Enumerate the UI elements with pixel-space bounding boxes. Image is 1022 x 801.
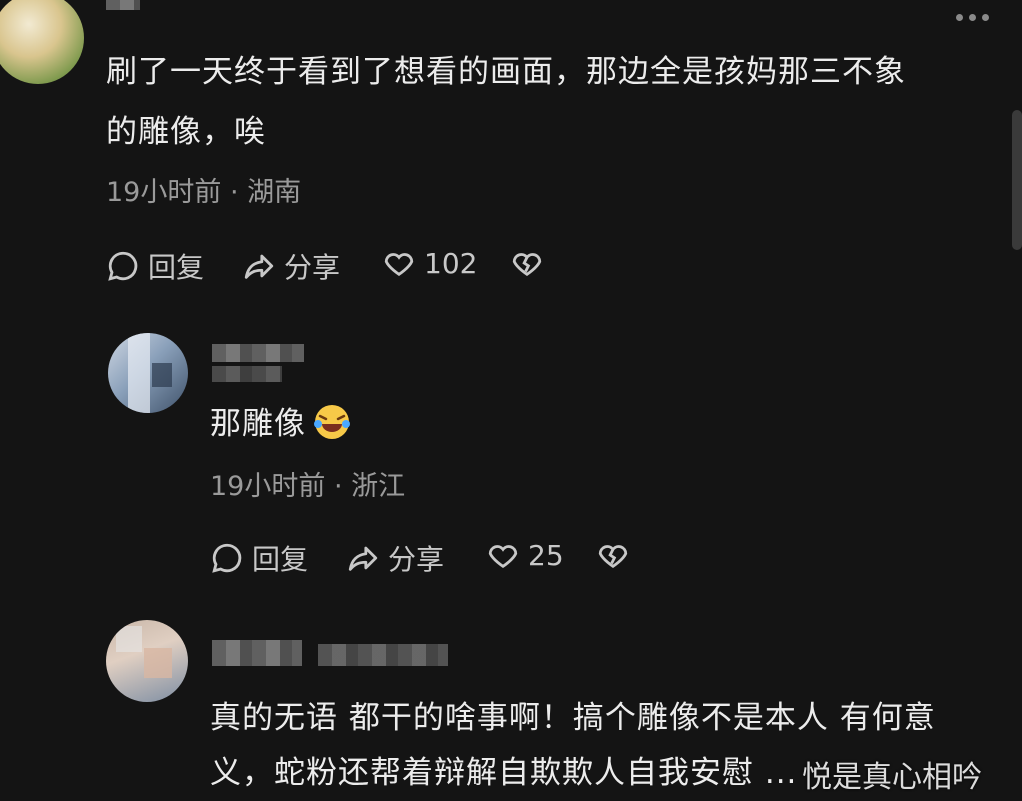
comment-text-line: 的雕像，唉 <box>106 114 266 150</box>
share-arrow-icon <box>348 546 378 571</box>
avatar[interactable] <box>106 620 188 702</box>
comment-text-line: 真的无语 都干的啥事啊！搞个雕像不是本人 有何意 <box>210 700 936 736</box>
heart-icon <box>488 545 518 569</box>
broken-heart-icon <box>598 545 628 569</box>
like-count: 102 <box>424 246 478 280</box>
dislike-button[interactable] <box>596 538 630 572</box>
comment-text-line: 义，蛇粉还帮着辩解自欺欺人自我安慰 ... <box>210 755 798 791</box>
comment-meta: 19小时前 · 浙江 <box>210 471 406 502</box>
comment-text-line: 刷了一天终于看到了想看的画面，那边全是孩妈那三不象 <box>106 54 906 90</box>
share-label: 分享 <box>388 543 445 576</box>
like-button[interactable]: 102 <box>382 246 477 280</box>
username-blurred[interactable] <box>212 640 302 666</box>
reply-button[interactable]: 回复 <box>106 246 204 286</box>
like-count: 25 <box>528 538 564 572</box>
scrollbar[interactable] <box>1012 110 1022 250</box>
share-button[interactable]: 分享 <box>346 538 444 578</box>
like-button[interactable]: 25 <box>486 538 564 572</box>
username-blurred <box>318 644 448 666</box>
more-options-icon[interactable] <box>956 14 989 21</box>
avatar[interactable] <box>0 0 84 84</box>
share-button[interactable]: 分享 <box>242 246 340 286</box>
username-blurred[interactable] <box>106 0 140 10</box>
comment-bubble-icon <box>108 251 138 281</box>
broken-heart-icon <box>512 253 542 277</box>
comment-meta: 19小时前 · 湖南 <box>106 177 302 208</box>
heart-icon <box>384 253 414 277</box>
comment-text-value: 那雕像 <box>210 406 306 442</box>
username-blurred[interactable] <box>212 344 304 362</box>
share-arrow-icon <box>244 254 274 279</box>
comment-text: 那雕像 <box>210 396 352 452</box>
crying-laughing-emoji <box>314 405 350 439</box>
reply-label: 回复 <box>148 251 205 284</box>
watermark: 悦是真心相吟 <box>802 760 982 795</box>
share-label: 分享 <box>284 251 341 284</box>
comment-bubble-icon <box>212 543 242 573</box>
dislike-button[interactable] <box>510 246 544 280</box>
reply-button[interactable]: 回复 <box>210 538 308 578</box>
avatar[interactable] <box>108 333 188 413</box>
username-blurred <box>212 366 282 382</box>
reply-label: 回复 <box>252 543 309 576</box>
